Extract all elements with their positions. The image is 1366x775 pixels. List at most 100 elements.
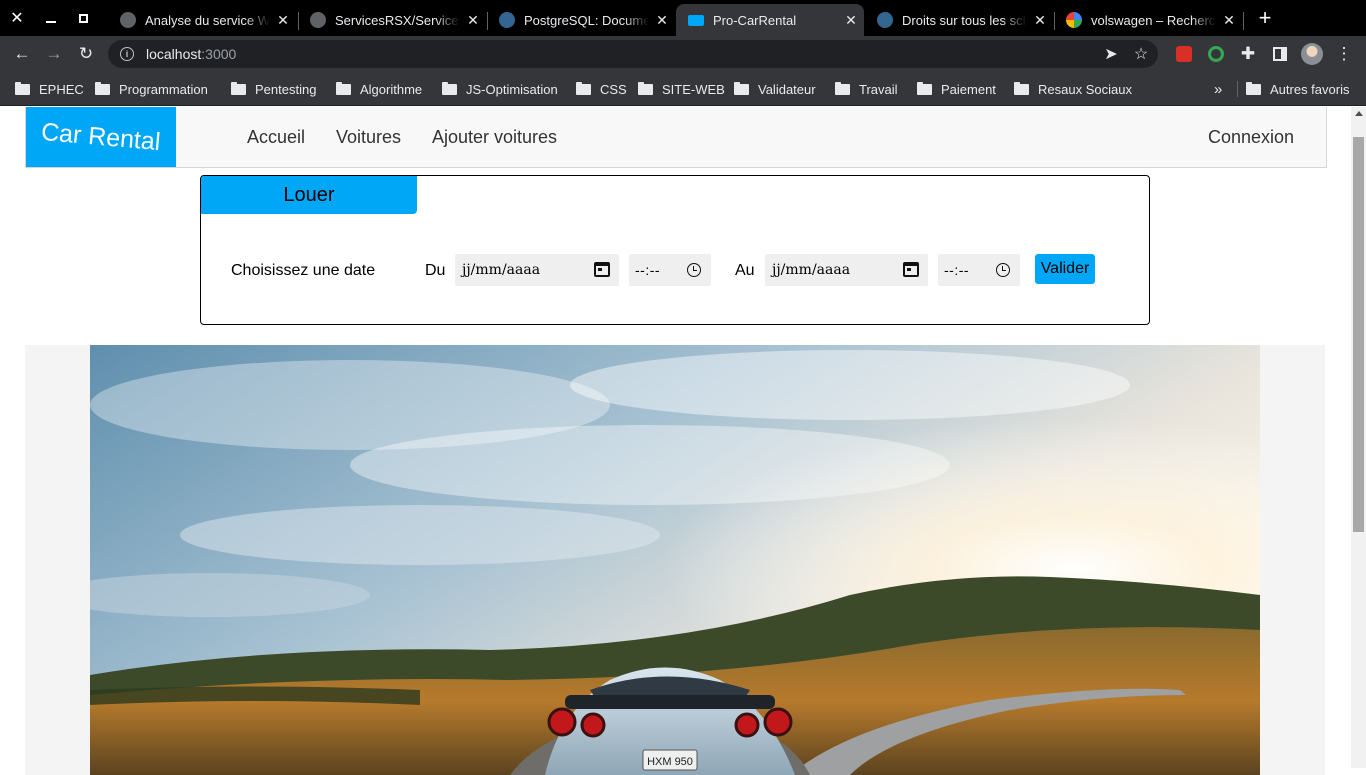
scroll-up-arrow-icon[interactable] — [1355, 111, 1363, 116]
bookmark-folder[interactable]: JS-Optimisation — [442, 80, 558, 98]
bookmark-folder[interactable]: Pentesting — [231, 80, 316, 98]
date-placeholder: jj/mm/aaaa — [772, 262, 850, 278]
bookmark-folder[interactable]: EPHEC — [15, 80, 84, 98]
rental-form-card: Louer Choisissez une date Du jj/mm/aaaa … — [200, 175, 1150, 325]
bookmark-folder[interactable]: Travail — [835, 80, 898, 98]
tab-close-icon[interactable]: ✕ — [1027, 12, 1053, 29]
time-placeholder: --:-- — [944, 262, 969, 278]
tab-close-icon[interactable]: ✕ — [460, 12, 486, 29]
folder-icon — [734, 84, 749, 95]
minimize-window-icon[interactable] — [36, 0, 66, 36]
bookmark-star-icon[interactable]: ☆ — [1130, 43, 1152, 65]
calendar-icon[interactable] — [903, 262, 919, 277]
tab-strip: ✕ Analyse du service W ✕ ServicesRSX/Ser… — [0, 0, 1366, 36]
calendar-icon[interactable] — [594, 262, 610, 277]
extension-green-icon[interactable] — [1204, 42, 1228, 66]
folder-icon — [442, 84, 457, 95]
browser-tab[interactable]: Analyse du service W ✕ — [108, 4, 296, 36]
postgresql-elephant-icon — [877, 12, 893, 28]
side-panel-icon[interactable] — [1268, 42, 1292, 66]
bookmark-folder[interactable]: Paiement — [917, 80, 996, 98]
browser-tab-active[interactable]: Pro-CarRental ✕ — [676, 4, 864, 36]
restore-window-icon[interactable] — [68, 0, 98, 36]
bookmark-folder[interactable]: SITE-WEB — [638, 80, 725, 98]
bookmark-folder[interactable]: Algorithme — [336, 80, 422, 98]
browser-tab[interactable]: ServicesRSX/Services ✕ — [298, 4, 486, 36]
address-bar[interactable]: i localhost:3000 ➤ ☆ — [108, 40, 1158, 68]
back-arrow-icon[interactable]: ← — [10, 42, 34, 66]
postgresql-elephant-icon — [499, 12, 515, 28]
bookmark-folder[interactable]: CSS — [576, 80, 627, 98]
extension-red-icon[interactable] — [1172, 42, 1196, 66]
other-bookmarks-folder[interactable]: Autres favoris — [1246, 80, 1349, 98]
date-prompt-label: Choisissez une date — [231, 262, 375, 280]
bookmarks-overflow-chevron-icon[interactable]: » — [1214, 80, 1222, 98]
tab-title: PostgreSQL: Docume — [524, 13, 649, 28]
tab-close-icon[interactable]: ✕ — [1216, 12, 1242, 29]
bookmark-folder[interactable]: Resaux Sociaux — [1014, 80, 1132, 98]
new-tab-icon[interactable]: + — [1252, 0, 1278, 36]
tab-close-icon[interactable]: ✕ — [838, 12, 864, 29]
browser-tab[interactable]: PostgreSQL: Docume ✕ — [487, 4, 675, 36]
license-plate-text: HXM 950 — [647, 756, 693, 768]
bookmark-folder[interactable]: Validateur — [734, 80, 816, 98]
github-icon — [120, 12, 136, 28]
tab-title: Pro-CarRental — [713, 13, 838, 28]
site-navbar: Car Rental Accueil Voitures Ajouter voit… — [25, 107, 1327, 168]
clock-icon[interactable] — [687, 263, 701, 277]
bookmark-folder[interactable]: Programmation — [95, 80, 208, 98]
hero-car-image: HXM 950 — [90, 345, 1260, 775]
nav-link-ajouter-voitures[interactable]: Ajouter voitures — [432, 127, 557, 148]
browser-toolbar: ← → ↻ i localhost:3000 ➤ ☆ ✚ ⋮ — [0, 36, 1366, 72]
tab-title: volswagen – Recherc — [1091, 13, 1216, 28]
nav-link-accueil[interactable]: Accueil — [247, 127, 305, 148]
start-time-input[interactable]: --:-- — [629, 254, 711, 286]
folder-icon — [638, 84, 653, 95]
tab-close-icon[interactable]: ✕ — [270, 12, 296, 29]
folder-icon — [917, 84, 932, 95]
tab-title: Analyse du service W — [145, 13, 270, 28]
github-icon — [310, 12, 326, 28]
date-placeholder: jj/mm/aaaa — [462, 262, 540, 278]
folder-icon — [835, 84, 850, 95]
tab-close-icon[interactable]: ✕ — [649, 12, 675, 29]
folder-icon — [231, 84, 246, 95]
end-date-input[interactable]: jj/mm/aaaa — [765, 254, 928, 286]
sunset-road-car-illustration: HXM 950 — [90, 345, 1260, 775]
rent-tab-header: Louer — [201, 176, 417, 214]
url-text: localhost:3000 — [146, 46, 236, 62]
extensions-puzzle-icon[interactable]: ✚ — [1236, 42, 1260, 66]
folder-icon — [1246, 84, 1261, 95]
clock-icon[interactable] — [996, 263, 1010, 277]
browser-tab[interactable]: volswagen – Recherc ✕ — [1054, 4, 1242, 36]
folder-icon — [1014, 84, 1029, 95]
car-rental-favicon — [688, 15, 704, 26]
from-label: Du — [425, 262, 445, 280]
folder-icon — [95, 84, 110, 95]
end-time-input[interactable]: --:-- — [938, 254, 1020, 286]
browser-menu-icon[interactable]: ⋮ — [1332, 42, 1356, 66]
hero-section: HXM 950 — [25, 345, 1325, 775]
scrollbar-thumb[interactable] — [1353, 137, 1364, 532]
bookmarks-bar: EPHEC Programmation Pentesting Algorithm… — [0, 72, 1366, 106]
nav-link-connexion[interactable]: Connexion — [1208, 127, 1294, 148]
folder-icon — [336, 84, 351, 95]
folder-icon — [15, 84, 30, 95]
brand-logo[interactable]: Car Rental — [26, 107, 176, 167]
browser-tab[interactable]: Droits sur tous les sch ✕ — [865, 4, 1053, 36]
google-icon — [1066, 12, 1082, 28]
submit-button[interactable]: Valider — [1035, 254, 1095, 284]
time-placeholder: --:-- — [635, 262, 660, 278]
site-info-icon[interactable]: i — [120, 47, 134, 61]
nav-link-voitures[interactable]: Voitures — [336, 127, 401, 148]
page-viewport: Car Rental Accueil Voitures Ajouter voit… — [0, 107, 1366, 768]
tab-title: ServicesRSX/Services — [335, 13, 460, 28]
close-window-icon[interactable]: ✕ — [2, 0, 32, 36]
page-scrollbar[interactable] — [1351, 107, 1366, 768]
start-date-input[interactable]: jj/mm/aaaa — [455, 254, 619, 286]
reload-icon[interactable]: ↻ — [74, 42, 98, 66]
send-icon[interactable]: ➤ — [1100, 43, 1122, 65]
forward-arrow-icon[interactable]: → — [42, 42, 66, 66]
tab-title: Droits sur tous les sch — [902, 13, 1027, 28]
profile-avatar-icon[interactable] — [1300, 42, 1324, 66]
